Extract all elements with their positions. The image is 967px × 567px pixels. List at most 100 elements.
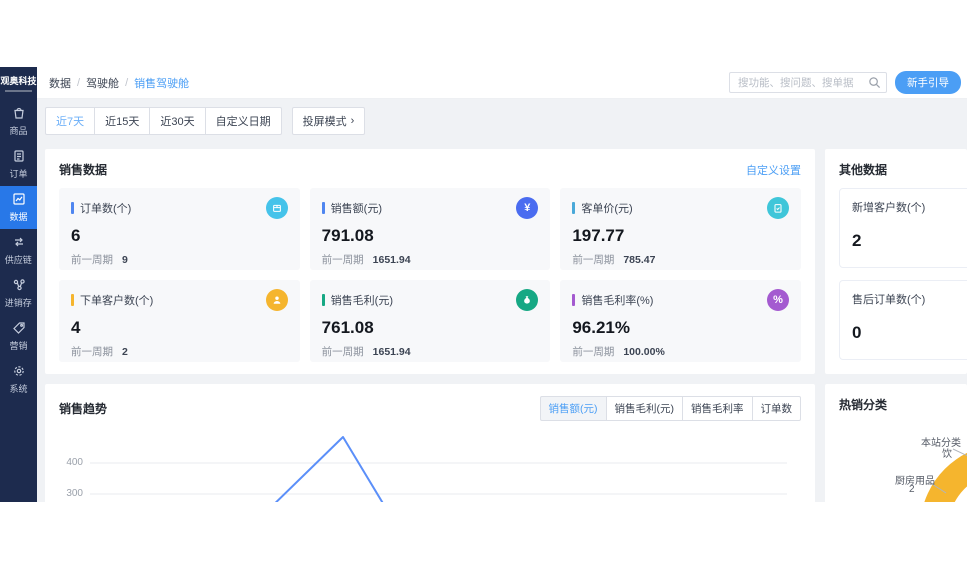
- inventory-icon: [11, 277, 27, 293]
- hot-categories-panel: 热销分类 本站分类 饮 厨房用品 2: [825, 384, 967, 502]
- metric-value: 6: [71, 226, 81, 245]
- other-data-panel: 其他数据 新增客户数(个) 2 售后订单数(个) 0: [825, 149, 967, 374]
- metric-card-order-count: 订单数(个) 6 前一周期 9: [59, 188, 300, 270]
- user-icon: [265, 289, 288, 311]
- metric-value: 96.21%: [572, 318, 630, 337]
- metric-card-ordering-customers: 下单客户数(个) 4 前一周期 2: [59, 280, 300, 362]
- brand-tagline: [5, 90, 32, 92]
- sidebar-item-marketing[interactable]: 营销: [0, 315, 37, 358]
- global-search: [729, 72, 887, 93]
- topbar: 数据 / 驾驶舱 / 销售驾驶舱 新手引导: [37, 67, 967, 99]
- sidebar: 观奥科技 商品 订单 数据 供应链 进销存 营销 系统: [0, 67, 37, 502]
- supply-chain-icon: [11, 234, 27, 250]
- sidebar-item-supply-chain[interactable]: 供应链: [0, 229, 37, 272]
- pie-label: 本站分类: [921, 438, 961, 449]
- gear-icon: [11, 363, 27, 379]
- tab-custom-date[interactable]: 自定义日期: [204, 107, 282, 135]
- sidebar-item-label: 系统: [9, 384, 28, 395]
- metric-value: 197.77: [572, 226, 625, 245]
- accent-bar: [321, 202, 325, 214]
- prev-period-value: 9: [122, 254, 128, 266]
- accent-bar: [71, 202, 74, 214]
- panel-title: 销售数据: [59, 163, 108, 177]
- pie-value: 2: [909, 484, 915, 495]
- other-card-new-customers: 新增客户数(个) 2: [839, 188, 967, 268]
- sidebar-item-orders[interactable]: 订单: [0, 143, 37, 186]
- metric-title: 销售毛利率(%): [581, 295, 654, 307]
- goods-icon: [11, 105, 27, 121]
- breadcrumb-current: 销售驾驶舱: [134, 77, 190, 90]
- breadcrumb-item[interactable]: 驾驶舱: [86, 75, 119, 91]
- breadcrumb-separator: /: [125, 76, 129, 89]
- sidebar-item-label: 订单: [9, 169, 28, 180]
- prev-period-label: 前一周期: [321, 254, 364, 266]
- y-axis-tick: 400: [66, 457, 83, 468]
- sidebar-item-goods[interactable]: 商品: [0, 100, 37, 143]
- tab-last-15-days[interactable]: 近15天: [94, 107, 151, 135]
- metric-title: 下单客户数(个): [80, 295, 154, 307]
- brand-logo: 观奥科技: [0, 76, 37, 86]
- box-icon: [265, 197, 288, 219]
- filter-bar: 近7天 近15天 近30天 自定义日期 投屏模式 ›: [37, 99, 967, 141]
- screen-cast-label: 投屏模式: [302, 116, 347, 128]
- search-icon: [869, 77, 881, 89]
- sidebar-item-label: 营销: [9, 341, 28, 352]
- prev-period-value: 785.47: [623, 254, 656, 266]
- prev-period-label: 前一周期: [572, 346, 615, 358]
- metric-card-avg-order-value: 客单价(元) 197.77 前一周期 785.47: [560, 188, 801, 270]
- sidebar-item-label: 进销存: [4, 298, 33, 309]
- other-card-aftersale-orders: 售后订单数(个) 0: [839, 280, 967, 360]
- metric-value: 2: [852, 231, 862, 250]
- panel-title: 其他数据: [839, 163, 888, 177]
- doc-check-icon: [767, 197, 789, 219]
- prev-period-value: 100.00%: [623, 346, 665, 358]
- percent-icon: %: [767, 289, 789, 311]
- trend-line-chart: [90, 436, 787, 502]
- moneybag-icon: [516, 289, 539, 311]
- sidebar-item-data[interactable]: 数据: [0, 186, 37, 229]
- metric-value: 0: [852, 323, 862, 342]
- tag-icon: [11, 320, 27, 336]
- prev-period-label: 前一周期: [71, 346, 113, 358]
- custom-settings-link[interactable]: 自定义设置: [746, 162, 801, 178]
- pie-label: 厨房用品: [895, 476, 935, 487]
- accent-bar: [321, 294, 325, 306]
- prev-period-label: 前一周期: [71, 254, 113, 266]
- sidebar-item-label: 数据: [9, 212, 28, 223]
- prev-period-value: 2: [122, 346, 128, 358]
- accent-bar: [572, 202, 576, 214]
- screen-cast-button[interactable]: 投屏模式 ›: [291, 107, 366, 135]
- newbie-guide-button[interactable]: 新手引导: [895, 71, 961, 94]
- tab-last-7-days[interactable]: 近7天: [45, 107, 96, 135]
- prev-period-value: 1651.94: [372, 346, 411, 358]
- dashboard-app: 观奥科技 商品 订单 数据 供应链 进销存 营销 系统 数据 / 驾驶舱 / 销…: [0, 67, 967, 502]
- sidebar-item-label: 供应链: [4, 255, 33, 266]
- yen-icon: ¥: [516, 197, 539, 219]
- metric-card-gross-profit: 销售毛利(元) 761.08 前一周期 1651.94: [309, 280, 551, 362]
- prev-period-label: 前一周期: [572, 254, 615, 266]
- date-range-group: 近7天 近15天 近30天 自定义日期: [45, 107, 282, 135]
- breadcrumb-separator: /: [77, 76, 81, 89]
- chevron-right-icon: ›: [350, 115, 355, 127]
- sidebar-item-inventory[interactable]: 进销存: [0, 272, 37, 315]
- metric-grid: 订单数(个) 6 前一周期 9 销售额(元) ¥ 791.08 前一周期 1651.…: [45, 178, 815, 362]
- content-grid: 销售数据 自定义设置 订单数(个) 6 前一周期 9 销售额(元) ¥ 791.…: [37, 141, 967, 502]
- metric-value: 761.08: [321, 318, 374, 337]
- sales-trend-panel: 销售趋势 销售额(元) 销售毛利(元) 销售毛利率 订单数 400 300: [45, 384, 815, 502]
- metric-value: 4: [71, 318, 81, 337]
- search-input[interactable]: [729, 72, 887, 93]
- metric-title: 销售毛利(元): [330, 295, 393, 307]
- tab-last-30-days[interactable]: 近30天: [149, 107, 206, 135]
- metric-value: 791.08: [321, 226, 374, 245]
- main-area: 数据 / 驾驶舱 / 销售驾驶舱 新手引导 近7天 近15天 近30天 自定义日…: [37, 67, 967, 502]
- metric-title: 新增客户数(个): [852, 202, 926, 214]
- chart-icon: [11, 191, 27, 207]
- metric-title: 订单数(个): [80, 203, 132, 215]
- order-icon: [11, 148, 27, 164]
- sidebar-item-system[interactable]: 系统: [0, 358, 37, 401]
- metric-card-gross-margin: 销售毛利率(%) % 96.21% 前一周期 100.00%: [560, 280, 801, 362]
- sidebar-item-label: 商品: [9, 126, 28, 137]
- metric-title: 销售额(元): [330, 203, 382, 215]
- metric-title: 客单价(元): [581, 203, 633, 215]
- breadcrumb-item[interactable]: 数据: [49, 75, 71, 91]
